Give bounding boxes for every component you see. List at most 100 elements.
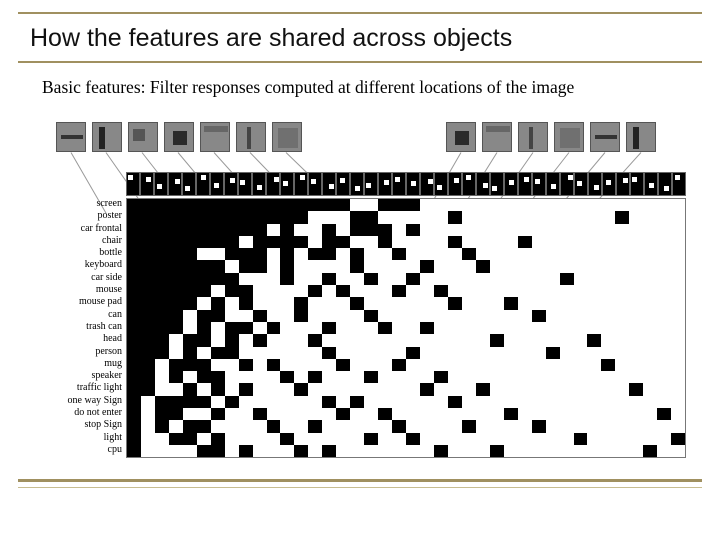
object-label: poster bbox=[46, 210, 122, 222]
matrix-cell bbox=[253, 322, 267, 334]
matrix-cell bbox=[518, 199, 532, 211]
matrix-cell bbox=[518, 383, 532, 395]
matrix-cell bbox=[364, 383, 378, 395]
matrix-cell bbox=[643, 260, 657, 272]
matrix-cell bbox=[127, 359, 141, 371]
matrix-row bbox=[127, 396, 685, 408]
matrix-cell bbox=[546, 383, 560, 395]
matrix-cell bbox=[197, 334, 211, 346]
matrix-cell bbox=[546, 297, 560, 309]
matrix-cell bbox=[462, 322, 476, 334]
matrix-cell bbox=[322, 285, 336, 297]
matrix-cell bbox=[671, 383, 685, 395]
matrix-cell bbox=[504, 433, 518, 445]
matrix-cell bbox=[280, 248, 294, 260]
matrix-cell bbox=[392, 445, 406, 457]
feature-header-cell bbox=[630, 172, 644, 196]
matrix-cell bbox=[546, 322, 560, 334]
matrix-cell bbox=[574, 297, 588, 309]
matrix-row bbox=[127, 310, 685, 322]
matrix-cell bbox=[127, 383, 141, 395]
matrix-cell bbox=[211, 199, 225, 211]
matrix-cell bbox=[476, 310, 490, 322]
matrix-cell bbox=[615, 334, 629, 346]
matrix-cell bbox=[378, 236, 392, 248]
matrix-cell bbox=[643, 236, 657, 248]
matrix-cell bbox=[211, 408, 225, 420]
matrix-cell bbox=[601, 260, 615, 272]
object-label: do not enter bbox=[46, 407, 122, 419]
matrix-cell bbox=[560, 433, 574, 445]
matrix-cell bbox=[615, 420, 629, 432]
matrix-cell bbox=[420, 371, 434, 383]
feature-header-cell bbox=[448, 172, 462, 196]
matrix-cell bbox=[490, 260, 504, 272]
matrix-cell bbox=[378, 371, 392, 383]
matrix-cell bbox=[434, 297, 448, 309]
matrix-cell bbox=[364, 347, 378, 359]
matrix-cell bbox=[434, 347, 448, 359]
matrix-cell bbox=[615, 236, 629, 248]
feature-header-cell bbox=[392, 172, 406, 196]
matrix-cell bbox=[239, 273, 253, 285]
matrix-cell bbox=[378, 310, 392, 322]
matrix-cell bbox=[546, 408, 560, 420]
matrix-cell bbox=[169, 433, 183, 445]
matrix-cell bbox=[601, 310, 615, 322]
matrix-cell bbox=[546, 236, 560, 248]
matrix-cell bbox=[476, 359, 490, 371]
object-labels: screenpostercar frontalchairbottlekeyboa… bbox=[46, 198, 126, 458]
filter-thumbnail bbox=[590, 122, 620, 152]
matrix-cell bbox=[406, 211, 420, 223]
matrix-cell bbox=[308, 420, 322, 432]
matrix-cell bbox=[183, 297, 197, 309]
matrix-cell bbox=[629, 199, 643, 211]
matrix-cell bbox=[406, 236, 420, 248]
matrix-cell bbox=[322, 347, 336, 359]
matrix-cell bbox=[671, 347, 685, 359]
matrix-cell bbox=[420, 224, 434, 236]
matrix-cell bbox=[225, 260, 239, 272]
matrix-cell bbox=[532, 408, 546, 420]
matrix-cell bbox=[155, 211, 169, 223]
matrix-cell bbox=[504, 396, 518, 408]
matrix-cell bbox=[155, 297, 169, 309]
matrix-cell bbox=[294, 248, 308, 260]
matrix-cell bbox=[197, 445, 211, 457]
matrix-cell bbox=[364, 396, 378, 408]
matrix-cell bbox=[197, 359, 211, 371]
matrix-cell bbox=[671, 322, 685, 334]
object-label: can bbox=[46, 309, 122, 321]
matrix-cell bbox=[197, 420, 211, 432]
matrix-cell bbox=[420, 297, 434, 309]
matrix-cell bbox=[141, 297, 155, 309]
matrix-cell bbox=[294, 260, 308, 272]
matrix-cell bbox=[392, 199, 406, 211]
matrix-cell bbox=[434, 445, 448, 457]
matrix-cell bbox=[546, 396, 560, 408]
matrix-cell bbox=[657, 310, 671, 322]
matrix-cell bbox=[308, 297, 322, 309]
matrix-cell bbox=[560, 445, 574, 457]
matrix-cell bbox=[420, 273, 434, 285]
matrix-cell bbox=[169, 211, 183, 223]
filter-thumbnail bbox=[56, 122, 86, 152]
matrix-cell bbox=[532, 359, 546, 371]
matrix-cell bbox=[671, 445, 685, 457]
matrix-cell bbox=[378, 248, 392, 260]
matrix-cell bbox=[671, 236, 685, 248]
matrix-cell bbox=[225, 334, 239, 346]
matrix-cell bbox=[127, 285, 141, 297]
matrix-cell bbox=[155, 248, 169, 260]
matrix-cell bbox=[671, 260, 685, 272]
matrix-cell bbox=[615, 211, 629, 223]
matrix-row bbox=[127, 224, 685, 236]
matrix-cell bbox=[267, 408, 281, 420]
matrix-cell bbox=[350, 408, 364, 420]
matrix-cell bbox=[574, 445, 588, 457]
matrix-cell bbox=[643, 322, 657, 334]
matrix-cell bbox=[336, 273, 350, 285]
matrix-cell bbox=[448, 248, 462, 260]
matrix-cell bbox=[629, 211, 643, 223]
matrix-cell bbox=[643, 408, 657, 420]
